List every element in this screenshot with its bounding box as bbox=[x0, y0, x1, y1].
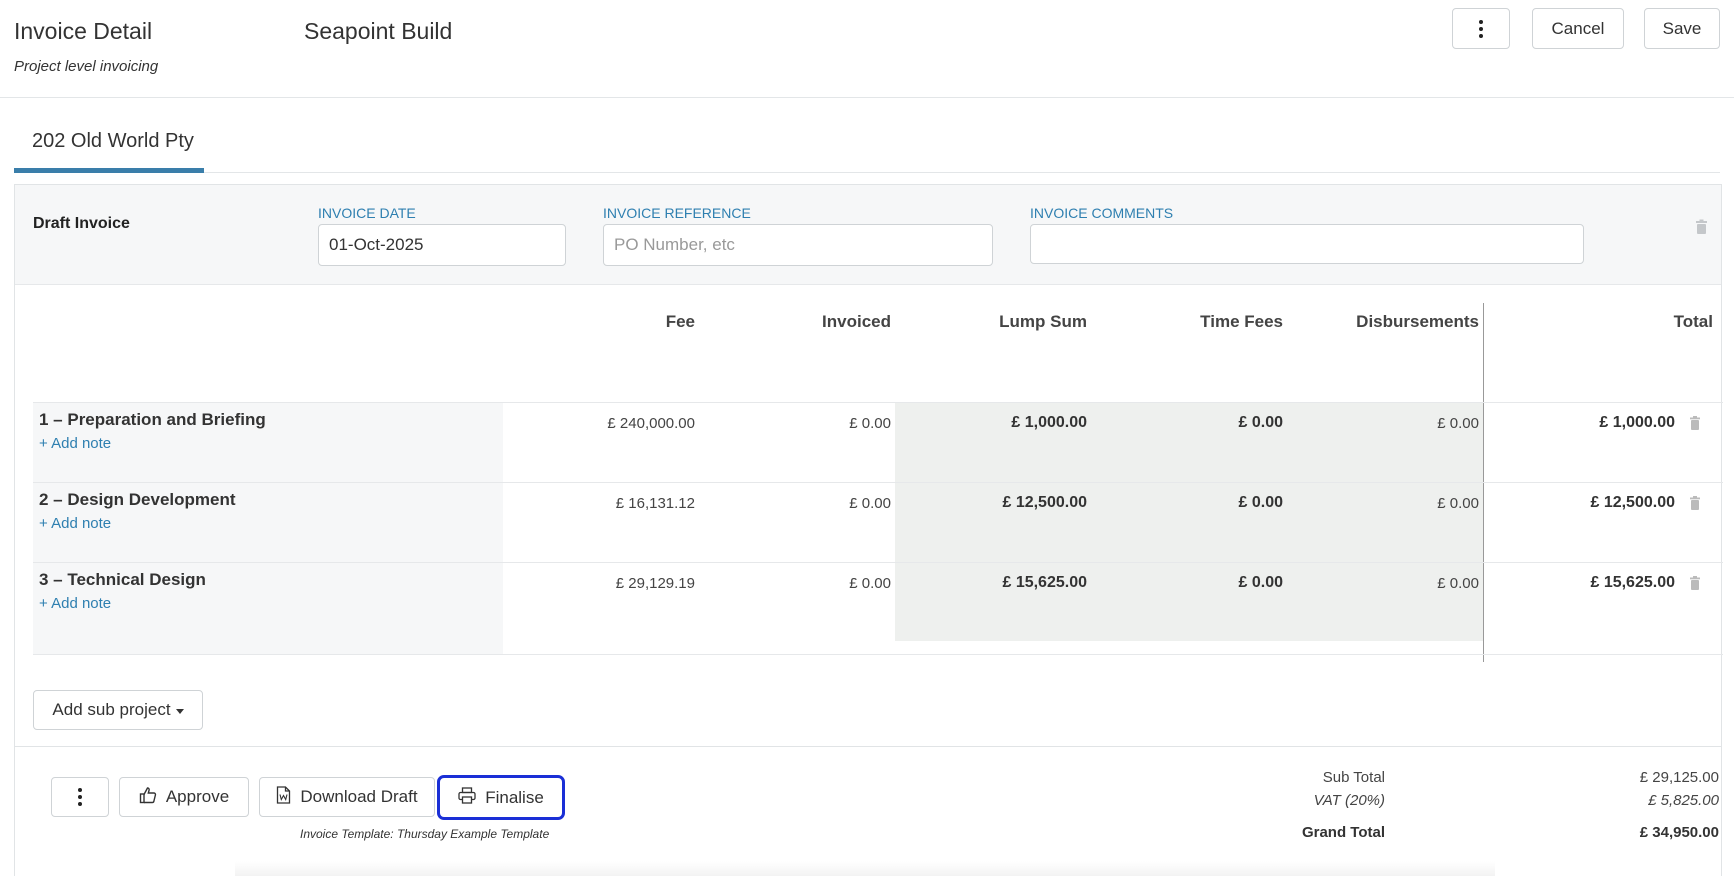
vertical-dots-icon bbox=[1479, 19, 1483, 38]
grand-total-value: £ 34,950.00 bbox=[1639, 824, 1719, 841]
lump-sum-column-bg bbox=[895, 403, 1483, 641]
approve-label: Approve bbox=[165, 787, 230, 806]
cell-total: £ 12,500.00 bbox=[1590, 494, 1675, 511]
cancel-button[interactable]: Cancel bbox=[1532, 8, 1624, 49]
delete-row-trash-icon[interactable] bbox=[1689, 576, 1701, 595]
delete-invoice-trash-icon[interactable] bbox=[1695, 219, 1708, 240]
download-draft-button[interactable]: Download Draft bbox=[259, 777, 435, 817]
word-document-icon bbox=[276, 785, 291, 809]
page-title: Invoice Detail bbox=[14, 18, 153, 44]
column-header-time-fees: Time Fees bbox=[1200, 312, 1283, 331]
printer-icon bbox=[458, 786, 476, 809]
cell-total: £ 15,625.00 bbox=[1590, 574, 1675, 591]
cell-total: £ 1,000.00 bbox=[1599, 414, 1675, 431]
invoice-comments-input[interactable] bbox=[1030, 224, 1584, 264]
thumbs-up-icon bbox=[139, 786, 157, 809]
invoice-card: Draft Invoice INVOICE DATE 01-Oct-2025 I… bbox=[14, 184, 1723, 876]
add-note-link[interactable]: + Add note bbox=[39, 595, 111, 612]
add-note-link[interactable]: + Add note bbox=[39, 515, 111, 532]
cell-lump-sum-input[interactable]: £ 1,000.00 bbox=[915, 414, 1087, 432]
row-name: 2 – Design Development bbox=[39, 490, 236, 509]
invoice-header-bar: Draft Invoice INVOICE DATE 01-Oct-2025 I… bbox=[15, 185, 1721, 285]
cell-time-fees: £ 0.00 bbox=[1238, 414, 1283, 431]
cell-disbursements: £ 0.00 bbox=[1437, 415, 1479, 432]
header-divider bbox=[0, 97, 1734, 98]
invoice-comments-label: INVOICE COMMENTS bbox=[1030, 205, 1174, 221]
bottom-fade bbox=[235, 861, 1495, 876]
row-divider bbox=[33, 482, 1723, 483]
vat-label: VAT (20%) bbox=[1313, 792, 1385, 809]
add-note-link[interactable]: + Add note bbox=[39, 435, 111, 452]
cell-fee: £ 240,000.00 bbox=[607, 415, 695, 432]
invoice-reference-label: INVOICE REFERENCE bbox=[603, 205, 751, 221]
approve-button[interactable]: Approve bbox=[119, 777, 249, 817]
vat-value: £ 5,825.00 bbox=[1648, 792, 1719, 809]
finalise-label: Finalise bbox=[485, 787, 544, 807]
active-tab-indicator bbox=[14, 168, 204, 173]
cell-disbursements: £ 0.00 bbox=[1437, 495, 1479, 512]
invoice-date-label: INVOICE DATE bbox=[318, 205, 416, 221]
cell-invoiced: £ 0.00 bbox=[849, 495, 891, 512]
row-name: 1 – Preparation and Briefing bbox=[39, 410, 266, 429]
invoice-reference-input[interactable]: PO Number, etc bbox=[603, 224, 993, 266]
row-divider bbox=[33, 654, 1723, 655]
download-draft-label: Download Draft bbox=[300, 787, 418, 806]
caret-down-icon bbox=[175, 709, 184, 714]
cell-invoiced: £ 0.00 bbox=[849, 415, 891, 432]
cell-invoiced: £ 0.00 bbox=[849, 575, 891, 592]
vertical-dots-icon bbox=[78, 788, 82, 806]
page-subtitle: Project level invoicing bbox=[14, 58, 159, 75]
column-header-total: Total bbox=[1673, 312, 1713, 331]
invoice-status-label: Draft Invoice bbox=[33, 215, 130, 232]
cell-fee: £ 29,129.19 bbox=[615, 575, 695, 592]
column-header-fee: Fee bbox=[665, 312, 695, 331]
subtotal-label: Sub Total bbox=[1322, 769, 1385, 786]
row-divider bbox=[33, 402, 1723, 403]
cell-fee: £ 16,131.12 bbox=[615, 495, 695, 512]
subtotal-value: £ 29,125.00 bbox=[1639, 769, 1719, 786]
delete-row-trash-icon[interactable] bbox=[1689, 416, 1701, 435]
cell-lump-sum-input[interactable]: £ 15,625.00 bbox=[915, 574, 1087, 592]
invoice-date-input[interactable]: 01-Oct-2025 bbox=[318, 224, 566, 266]
tab-bar-line bbox=[14, 172, 1720, 173]
tab-client[interactable]: 202 Old World Pty bbox=[32, 130, 194, 153]
cell-disbursements: £ 0.00 bbox=[1437, 575, 1479, 592]
column-header-disbursements: Disbursements bbox=[1356, 312, 1479, 331]
cell-time-fees: £ 0.00 bbox=[1238, 574, 1283, 591]
delete-row-trash-icon[interactable] bbox=[1689, 496, 1701, 515]
row-name: 3 – Technical Design bbox=[39, 570, 206, 589]
project-name: Seapoint Build bbox=[304, 18, 453, 44]
grand-total-label: Grand Total bbox=[1301, 824, 1385, 841]
more-options-button[interactable] bbox=[1452, 8, 1510, 49]
column-header-invoiced: Invoiced bbox=[822, 312, 891, 331]
row-divider bbox=[33, 562, 1723, 563]
save-button[interactable]: Save bbox=[1644, 8, 1720, 49]
cell-lump-sum-input[interactable]: £ 12,500.00 bbox=[915, 494, 1087, 512]
footer-divider bbox=[15, 746, 1721, 747]
add-sub-project-label: Add sub project bbox=[52, 700, 171, 719]
invoice-template-note: Invoice Template: Thursday Example Templ… bbox=[300, 827, 550, 841]
footer-more-options-button[interactable] bbox=[51, 777, 109, 817]
finalise-button[interactable]: Finalise bbox=[437, 775, 565, 820]
add-sub-project-button[interactable]: Add sub project bbox=[33, 690, 203, 730]
column-header-lump-sum: Lump Sum bbox=[999, 312, 1087, 331]
cell-time-fees: £ 0.00 bbox=[1238, 494, 1283, 511]
